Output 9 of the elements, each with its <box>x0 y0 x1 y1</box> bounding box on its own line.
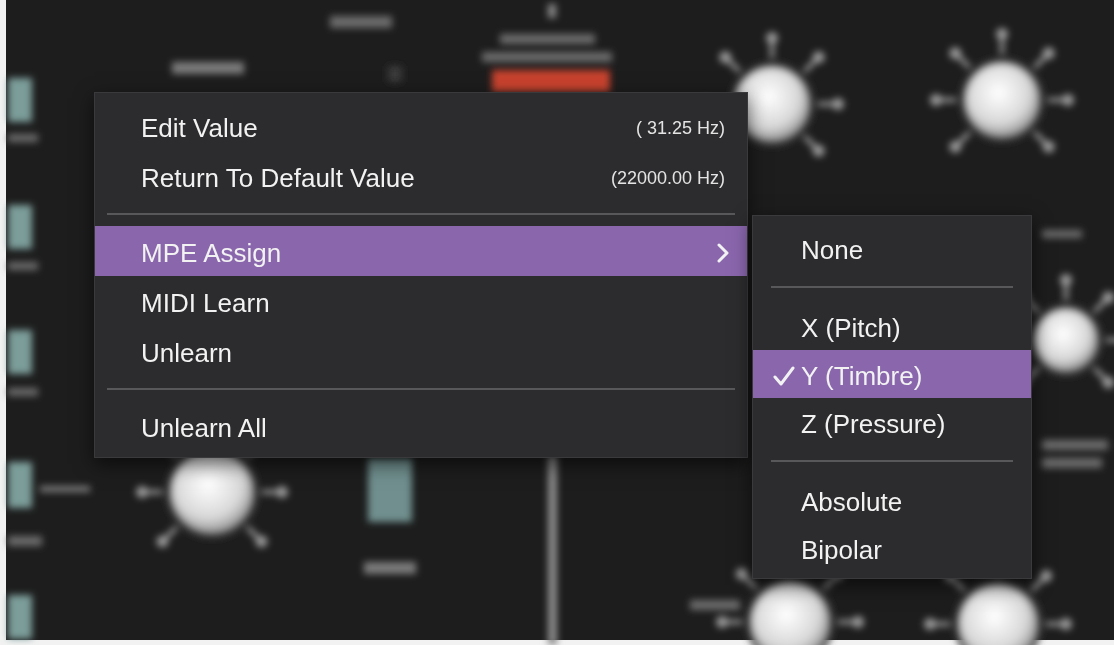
value-hint: (22000.00 Hz) <box>610 167 726 189</box>
menu-item[interactable]: Bipolar <box>753 524 1031 572</box>
menu-item[interactable]: X (Pitch) <box>753 302 1031 350</box>
menu-item[interactable]: Y (Timbre) <box>753 350 1031 398</box>
menu-item[interactable]: Absolute <box>753 476 1031 524</box>
menu-item[interactable]: None <box>753 224 1031 272</box>
chevron-right-icon <box>717 243 729 263</box>
value-hint: ( 31.25 Hz) <box>635 117 726 139</box>
menu-item[interactable]: Z (Pressure) <box>753 398 1031 446</box>
